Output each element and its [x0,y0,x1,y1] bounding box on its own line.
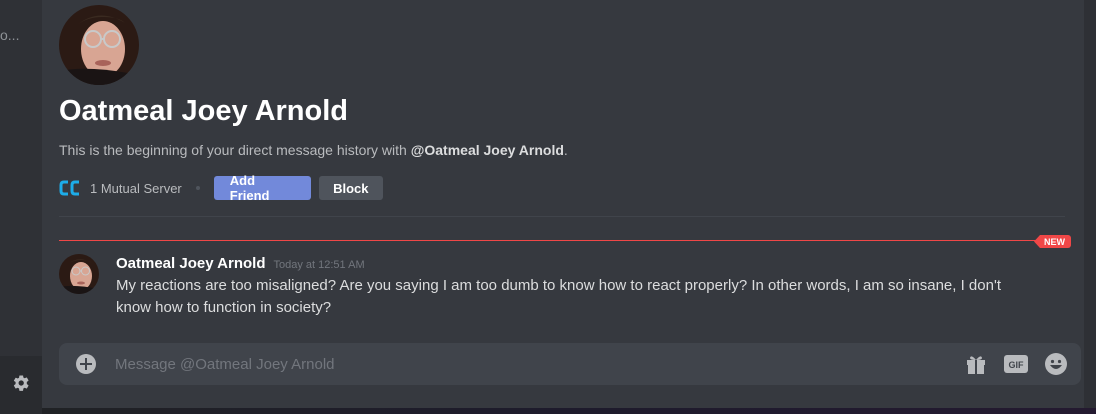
new-messages-divider [59,240,1039,241]
mutual-servers-link[interactable]: 1 Mutual Server [90,181,182,196]
new-badge: NEW [1034,235,1071,248]
left-sidebar: o... [0,0,42,414]
scrollbar-track[interactable] [1084,0,1096,414]
add-friend-button[interactable]: Add Friend [213,173,311,203]
page-title: Oatmeal Joey Arnold [59,95,349,127]
message-composer: GIF [59,343,1081,385]
header-divider [59,216,1065,217]
message-header: Oatmeal Joey Arnold Today at 12:51 AM [116,255,365,272]
gift-icon[interactable] [965,353,987,375]
description-prefix: This is the beginning of your direct mes… [59,142,411,158]
emoji-icon[interactable] [1044,352,1068,376]
message-input[interactable] [115,343,975,385]
profile-avatar[interactable] [59,5,139,85]
server-icon[interactable] [59,177,81,199]
gif-icon[interactable]: GIF [1004,353,1028,375]
description-mention: @Oatmeal Joey Arnold [410,142,564,158]
profile-actions-row: 1 Mutual Server Add Friend Block [59,173,383,203]
description-suffix: . [563,142,568,158]
message-content: My reactions are too misaligned? Are you… [116,277,1001,316]
bottom-strip [42,408,1096,414]
message-avatar[interactable] [59,254,99,294]
svg-text:GIF: GIF [1009,360,1025,370]
block-button[interactable]: Block [318,176,383,200]
separator-dot [195,186,200,190]
add-attachment-icon[interactable] [75,353,97,375]
user-settings-button[interactable] [0,356,42,414]
dm-history-description: This is the beginning of your direct mes… [59,142,568,158]
message-author[interactable]: Oatmeal Joey Arnold [116,255,266,272]
truncated-channel-text[interactable]: o... [0,27,19,43]
gear-icon[interactable] [12,374,30,397]
message-timestamp: Today at 12:51 AM [273,259,365,271]
